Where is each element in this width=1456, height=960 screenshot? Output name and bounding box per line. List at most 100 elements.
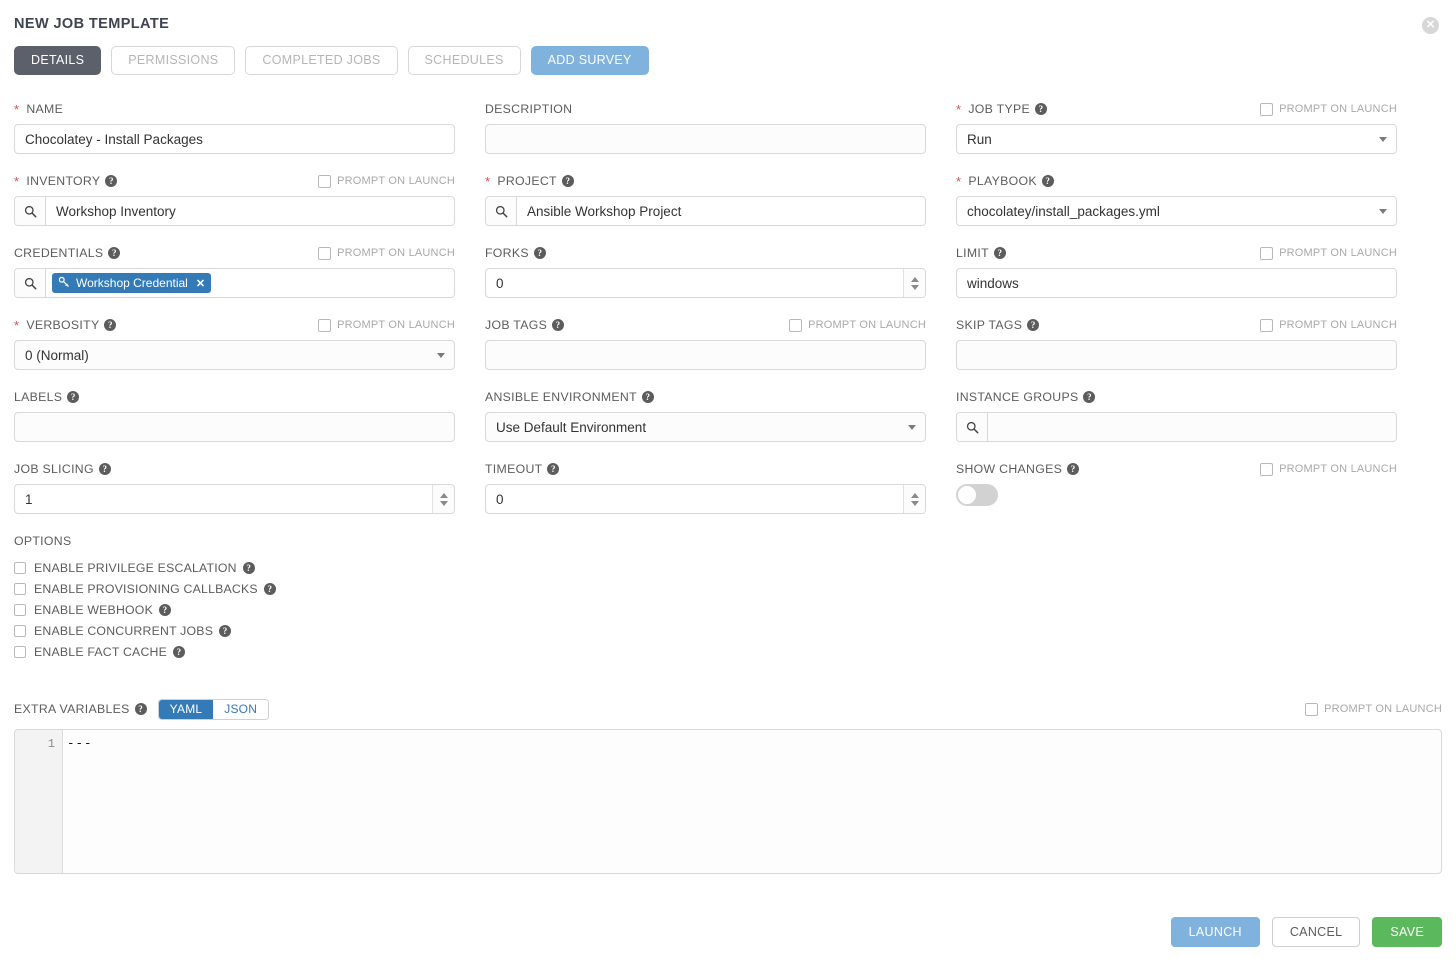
spinner-down-icon[interactable] [910, 284, 919, 290]
help-icon[interactable]: ? [533, 247, 546, 259]
forks-input[interactable] [485, 268, 926, 298]
checkbox[interactable] [1305, 702, 1319, 716]
labels-input[interactable] [14, 412, 455, 442]
help-icon[interactable]: ? [1067, 463, 1080, 475]
cancel-button[interactable]: CANCEL [1271, 917, 1361, 947]
help-icon[interactable]: ? [993, 247, 1006, 259]
checkbox[interactable] [1260, 102, 1274, 116]
checkbox[interactable] [14, 561, 26, 574]
inventory-lookup[interactable]: Workshop Inventory [14, 196, 455, 226]
skip-tags-prompt-on-launch[interactable]: PROMPT ON LAUNCH [1260, 318, 1397, 332]
help-icon[interactable]: ? [1083, 391, 1096, 403]
checkbox[interactable] [318, 174, 332, 188]
job-slicing-spinner[interactable] [432, 485, 454, 513]
checkbox[interactable] [14, 582, 26, 595]
tab-details[interactable]: DETAILS [14, 46, 102, 75]
spinner-down-icon[interactable] [439, 500, 448, 506]
checkbox[interactable] [14, 624, 26, 637]
help-icon[interactable]: ? [104, 319, 117, 331]
credential-chip[interactable]: Workshop Credential ✕ [52, 273, 212, 293]
checkbox[interactable] [14, 645, 26, 658]
help-icon[interactable]: ? [1035, 103, 1047, 115]
limit-prompt-on-launch[interactable]: PROMPT ON LAUNCH [1260, 246, 1397, 260]
tab-permissions[interactable]: PERMISSIONS [111, 46, 236, 75]
project-value[interactable]: Ansible Workshop Project [517, 197, 925, 225]
help-icon[interactable]: ? [641, 391, 654, 403]
tab-schedules[interactable]: SCHEDULES [407, 46, 521, 75]
timeout-spinner[interactable] [903, 485, 925, 513]
job-type-select[interactable]: Run [956, 124, 1397, 154]
description-input[interactable] [485, 124, 926, 154]
playbook-select[interactable]: chocolatey/install_packages.yml [956, 196, 1397, 226]
spinner-down-icon[interactable] [910, 500, 919, 506]
search-icon[interactable] [957, 413, 988, 441]
job-tags-prompt-on-launch[interactable]: PROMPT ON LAUNCH [789, 318, 926, 332]
option-enable-fact-cache[interactable]: ENABLE FACT CACHE ? [14, 641, 1442, 662]
help-icon[interactable]: ? [1027, 319, 1040, 331]
help-icon[interactable]: ? [173, 645, 186, 658]
search-icon[interactable] [15, 269, 46, 297]
save-button[interactable]: SAVE [1372, 917, 1442, 947]
skip-tags-input[interactable] [956, 340, 1397, 370]
help-icon[interactable]: ? [1041, 175, 1054, 187]
help-icon[interactable]: ? [547, 463, 560, 475]
help-icon[interactable]: ? [98, 463, 111, 475]
tab-completed-jobs[interactable]: COMPLETED JOBS [245, 46, 398, 75]
help-icon[interactable]: ? [108, 247, 121, 259]
credentials-prompt-on-launch[interactable]: PROMPT ON LAUNCH [318, 246, 455, 260]
timeout-input[interactable] [485, 484, 926, 514]
checkbox[interactable] [14, 603, 26, 616]
checkbox[interactable] [318, 246, 332, 260]
limit-input[interactable] [956, 268, 1397, 298]
checkbox[interactable] [1260, 462, 1274, 476]
help-icon[interactable]: ? [105, 175, 118, 187]
forks-spinner[interactable] [903, 269, 925, 297]
help-icon[interactable]: ? [242, 561, 255, 574]
inventory-prompt-on-launch[interactable]: PROMPT ON LAUNCH [318, 174, 455, 188]
verbosity-select[interactable]: 0 (Normal) [14, 340, 455, 370]
close-icon[interactable]: ✕ [1422, 17, 1439, 34]
extra-variables-editor[interactable]: 1 --- [14, 729, 1442, 874]
help-icon[interactable]: ? [134, 703, 147, 715]
help-icon[interactable]: ? [552, 319, 565, 331]
job-type-prompt-on-launch[interactable]: PROMPT ON LAUNCH [1260, 102, 1397, 116]
help-icon[interactable]: ? [219, 624, 232, 637]
format-yaml-button[interactable]: YAML [158, 699, 214, 719]
credentials-lookup[interactable]: Workshop Credential ✕ [14, 268, 455, 298]
option-enable-webhook[interactable]: ENABLE WEBHOOK ? [14, 599, 1442, 620]
spinner-up-icon[interactable] [910, 492, 919, 498]
editor-content[interactable]: --- [63, 730, 1441, 873]
remove-credential-icon[interactable]: ✕ [196, 277, 205, 290]
instance-groups-lookup[interactable] [956, 412, 1397, 442]
checkbox[interactable] [318, 318, 332, 332]
search-icon[interactable] [15, 197, 46, 225]
checkbox[interactable] [1260, 246, 1274, 260]
launch-button[interactable]: LAUNCH [1170, 917, 1260, 947]
add-survey-button[interactable]: ADD SURVEY [530, 46, 649, 75]
name-input[interactable] [14, 124, 455, 154]
spinner-up-icon[interactable] [910, 276, 919, 282]
help-icon[interactable]: ? [263, 582, 276, 595]
instance-groups-value[interactable] [988, 413, 1396, 441]
show-changes-toggle[interactable] [956, 484, 998, 506]
help-icon[interactable]: ? [67, 391, 80, 403]
format-json-button[interactable]: JSON [213, 699, 269, 719]
inventory-value[interactable]: Workshop Inventory [46, 197, 454, 225]
job-tags-input[interactable] [485, 340, 926, 370]
job-slicing-input[interactable] [14, 484, 455, 514]
project-lookup[interactable]: Ansible Workshop Project [485, 196, 926, 226]
help-icon[interactable]: ? [561, 175, 574, 187]
option-enable-concurrent-jobs[interactable]: ENABLE CONCURRENT JOBS ? [14, 620, 1442, 641]
option-enable-provisioning-callbacks[interactable]: ENABLE PROVISIONING CALLBACKS ? [14, 578, 1442, 599]
show-changes-prompt-on-launch[interactable]: PROMPT ON LAUNCH [1260, 462, 1397, 476]
checkbox[interactable] [789, 318, 803, 332]
checkbox[interactable] [1260, 318, 1274, 332]
search-icon[interactable] [486, 197, 517, 225]
extra-variables-prompt-on-launch[interactable]: PROMPT ON LAUNCH [1305, 702, 1442, 716]
help-icon[interactable]: ? [158, 603, 171, 616]
ansible-environment-select[interactable]: Use Default Environment [485, 412, 926, 442]
option-enable-privilege-escalation[interactable]: ENABLE PRIVILEGE ESCALATION ? [14, 557, 1442, 578]
timeout-label: TIMEOUT ? [485, 462, 560, 476]
verbosity-prompt-on-launch[interactable]: PROMPT ON LAUNCH [318, 318, 455, 332]
spinner-up-icon[interactable] [439, 492, 448, 498]
